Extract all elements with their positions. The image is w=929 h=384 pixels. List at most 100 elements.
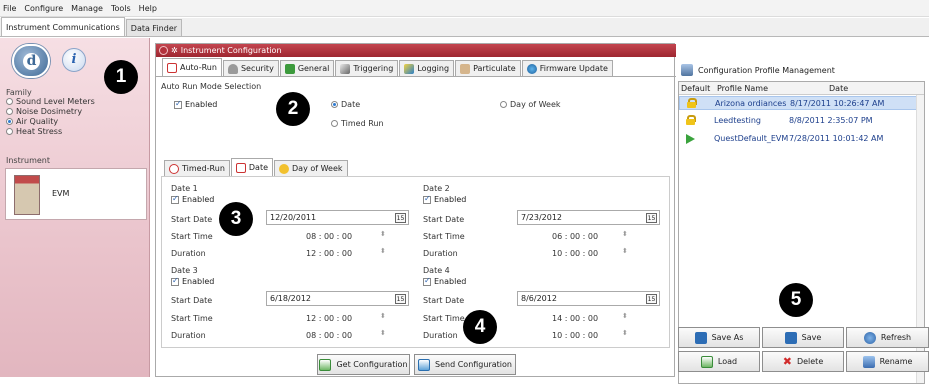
date4-duration-input[interactable]: 10 : 00 : 00 xyxy=(552,331,598,340)
profile-row[interactable]: Leedtesting 8/8/2011 2:35:07 PM xyxy=(679,114,917,128)
collapse-icon[interactable] xyxy=(159,46,168,55)
date2-duration-input[interactable]: 10 : 00 : 00 xyxy=(552,249,598,258)
week-icon xyxy=(279,163,290,174)
delete-x-icon: ✖ xyxy=(782,355,792,368)
spinner-icon[interactable]: ⬍ xyxy=(622,329,628,337)
spinner-icon[interactable]: ⬍ xyxy=(380,230,386,238)
auto-run-enabled-checkbox[interactable]: Enabled xyxy=(174,99,217,109)
menu-bar: File Configure Manage Tools Help xyxy=(0,0,929,17)
instrument-label: Instrument xyxy=(6,156,51,165)
inner-tab-bar: Timed-Run Date Day of Week xyxy=(164,158,349,176)
tab-firmware-update[interactable]: Firmware Update xyxy=(521,60,613,76)
date3-duration-input[interactable]: 08 : 00 : 00 xyxy=(306,331,352,340)
col-date[interactable]: Date xyxy=(829,84,848,93)
mode-radio-day-of-week[interactable]: Day of Week xyxy=(500,100,561,109)
general-icon xyxy=(284,63,295,74)
calendar-picker-icon[interactable]: 15 xyxy=(395,294,406,304)
date4-start-time-label: Start Time xyxy=(423,314,465,323)
family-radio-heat-stress[interactable]: Heat Stress xyxy=(6,127,62,136)
col-default[interactable]: Default xyxy=(681,84,710,93)
date4-start-date-label: Start Date xyxy=(423,296,465,305)
calendar-picker-icon[interactable]: 15 xyxy=(646,213,657,223)
calendar-picker-icon[interactable]: 15 xyxy=(646,294,657,304)
instrument-image xyxy=(14,175,40,215)
menu-configure[interactable]: Configure xyxy=(24,4,63,13)
calendar-picker-icon[interactable]: 15 xyxy=(395,213,406,223)
send-configuration-button[interactable]: Send Configuration xyxy=(414,354,516,375)
rename-button[interactable]: Rename xyxy=(846,351,929,372)
spinner-icon[interactable]: ⬍ xyxy=(380,329,386,337)
config-tab-bar: Auto-Run Security General Triggering Log… xyxy=(156,58,676,77)
date3-enabled-checkbox[interactable]: Enabled xyxy=(171,276,214,286)
menu-tools[interactable]: Tools xyxy=(111,4,131,13)
family-radio-noise-dosimetry[interactable]: Noise Dosimetry xyxy=(6,107,82,116)
date2-start-time-input[interactable]: 06 : 00 : 00 xyxy=(552,232,598,241)
app-logo-icon[interactable]: d xyxy=(12,44,50,78)
date4-duration-label: Duration xyxy=(423,331,458,340)
family-radio-air-quality[interactable]: Air Quality xyxy=(6,117,58,126)
gear-icon: ✲ xyxy=(171,46,178,55)
spinner-icon[interactable]: ⬍ xyxy=(622,247,628,255)
profile-row[interactable]: QuestDefault_EVM 7/28/2011 10:01:42 AM xyxy=(679,132,917,146)
date2-start-date-label: Start Date xyxy=(423,215,465,224)
save-button[interactable]: Save xyxy=(762,327,844,348)
download-icon xyxy=(319,358,332,371)
date1-start-time-input[interactable]: 08 : 00 : 00 xyxy=(306,232,352,241)
lock-icon xyxy=(227,63,238,74)
date3-start-time-input[interactable]: 12 : 00 : 00 xyxy=(306,314,352,323)
col-profile-name[interactable]: Profile Name xyxy=(717,84,768,93)
mode-radio-date[interactable]: Date xyxy=(331,100,360,109)
date3-start-date-input[interactable]: 6/18/2012 15 xyxy=(266,291,409,306)
date1-enabled-checkbox[interactable]: Enabled xyxy=(171,194,214,204)
family-radio-sound-level-meters[interactable]: Sound Level Meters xyxy=(6,97,95,106)
tab-particulate[interactable]: Particulate xyxy=(455,60,521,76)
date2-start-time-label: Start Time xyxy=(423,232,465,241)
date3-title: Date 3 xyxy=(171,266,198,275)
date2-duration-label: Duration xyxy=(423,249,458,258)
spinner-icon[interactable]: ⬍ xyxy=(380,247,386,255)
menu-help[interactable]: Help xyxy=(139,4,157,13)
tab-logging[interactable]: Logging xyxy=(399,60,455,76)
get-configuration-button[interactable]: Get Configuration xyxy=(317,354,410,375)
date1-start-date-input[interactable]: 12/20/2011 15 xyxy=(266,210,409,225)
tab-timed-run[interactable]: Timed-Run xyxy=(164,160,230,176)
load-button[interactable]: Load xyxy=(678,351,760,372)
profile-row[interactable]: Arizona ordiances 8/17/2011 10:26:47 AM xyxy=(679,96,917,110)
spinner-icon[interactable]: ⬍ xyxy=(622,230,628,238)
mode-radio-timed-run[interactable]: Timed Run xyxy=(331,119,384,128)
tab-triggering[interactable]: Triggering xyxy=(335,60,399,76)
tab-instrument-communications[interactable]: Instrument Communications xyxy=(1,17,125,36)
date1-duration-label: Duration xyxy=(171,249,206,258)
date4-title: Date 4 xyxy=(423,266,450,275)
menu-file[interactable]: File xyxy=(3,4,16,13)
mode-group-title: Auto Run Mode Selection xyxy=(161,82,262,91)
config-header: ✲ Instrument Configuration xyxy=(156,44,676,57)
date2-title: Date 2 xyxy=(423,184,450,193)
tab-data-finder[interactable]: Data Finder xyxy=(125,19,183,36)
tab-date[interactable]: Date xyxy=(230,158,274,176)
tab-general[interactable]: General xyxy=(279,60,335,76)
instrument-name: EVM xyxy=(52,189,70,198)
info-icon[interactable]: i xyxy=(62,48,86,72)
menu-manage[interactable]: Manage xyxy=(71,4,103,13)
refresh-icon xyxy=(863,331,876,344)
delete-button[interactable]: ✖ Delete xyxy=(762,351,844,372)
save-as-button[interactable]: Save As xyxy=(678,327,760,348)
date3-duration-label: Duration xyxy=(171,331,206,340)
spinner-icon[interactable]: ⬍ xyxy=(380,312,386,320)
particulate-icon xyxy=(460,63,471,74)
date4-enabled-checkbox[interactable]: Enabled xyxy=(423,276,466,286)
refresh-button[interactable]: Refresh xyxy=(846,327,929,348)
date1-duration-input[interactable]: 12 : 00 : 00 xyxy=(306,249,352,258)
date1-title: Date 1 xyxy=(171,184,198,193)
date2-enabled-checkbox[interactable]: Enabled xyxy=(423,194,466,204)
spinner-icon[interactable]: ⬍ xyxy=(622,312,628,320)
date4-start-time-input[interactable]: 14 : 00 : 00 xyxy=(552,314,598,323)
tab-security[interactable]: Security xyxy=(222,60,279,76)
tab-auto-run[interactable]: Auto-Run xyxy=(162,58,222,76)
date4-start-date-input[interactable]: 8/6/2012 15 xyxy=(517,291,660,306)
tab-day-of-week[interactable]: Day of Week xyxy=(274,160,348,176)
date2-start-date-input[interactable]: 7/23/2012 15 xyxy=(517,210,660,225)
family-label: Family xyxy=(6,88,32,97)
instrument-tile-evm[interactable]: EVM xyxy=(5,168,147,220)
